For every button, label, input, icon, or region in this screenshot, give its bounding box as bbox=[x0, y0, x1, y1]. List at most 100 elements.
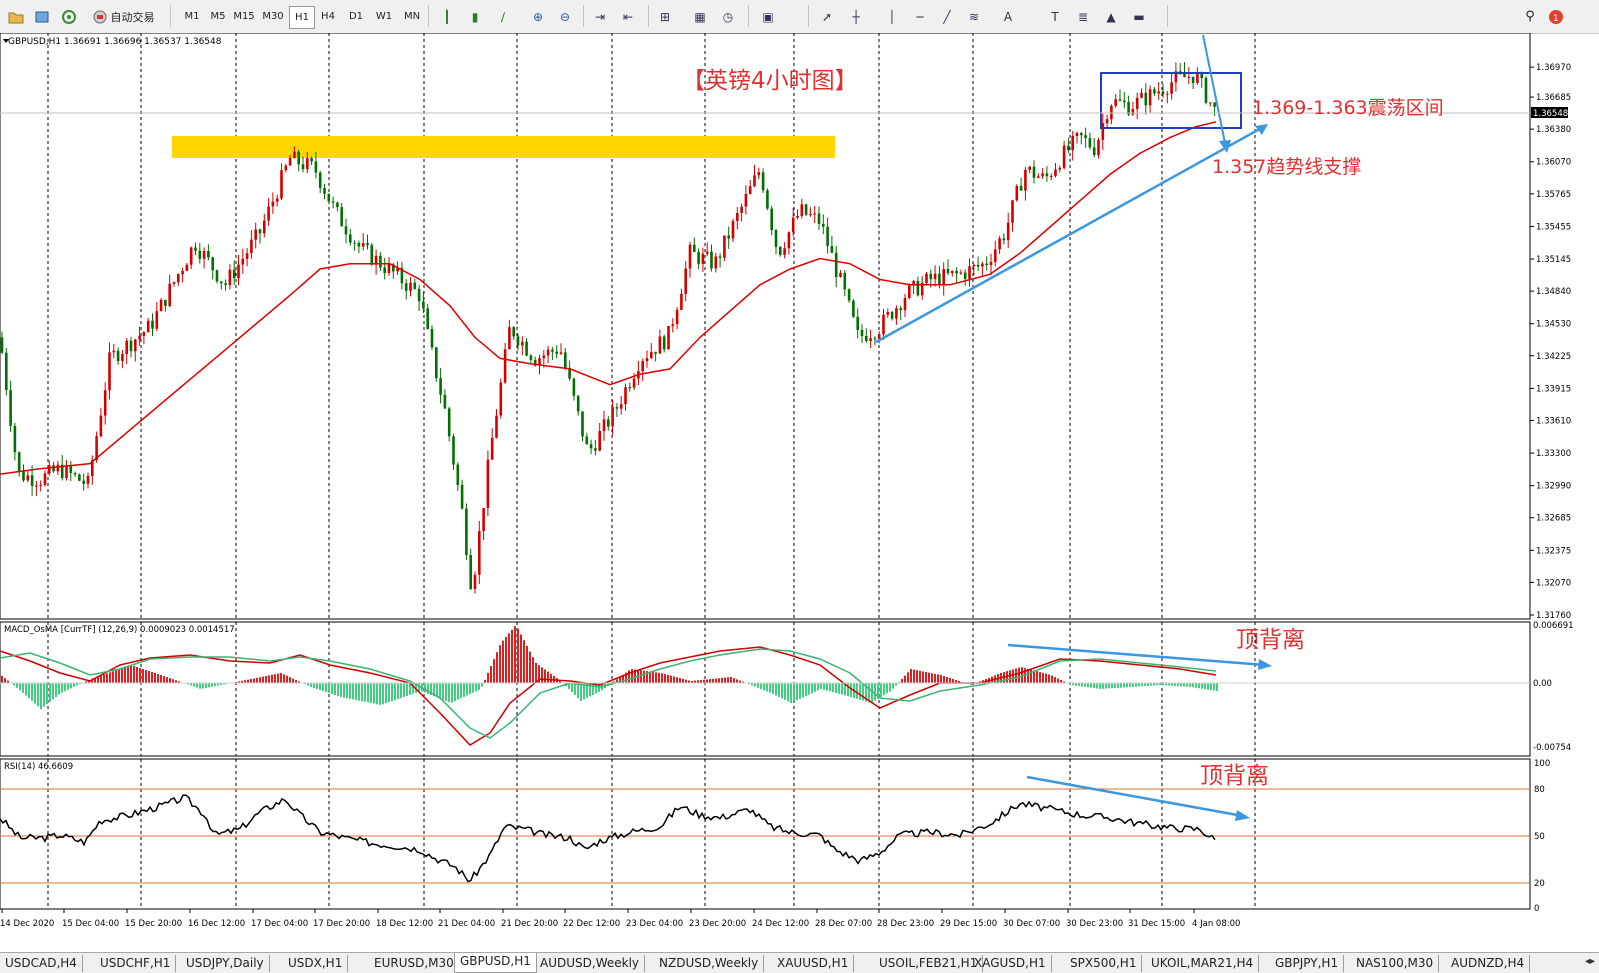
candle-body bbox=[327, 193, 331, 202]
timeframe-d1-button[interactable]: D1 bbox=[344, 6, 368, 27]
macd-bar bbox=[478, 683, 480, 690]
arrow-icon[interactable]: ▲ bbox=[1101, 6, 1121, 27]
macd-bar bbox=[1012, 669, 1014, 683]
macd-bar bbox=[286, 675, 288, 683]
macd-bar bbox=[523, 640, 525, 683]
macd-bar bbox=[112, 671, 114, 683]
candle-body bbox=[1002, 238, 1006, 241]
timeframe-h4-button[interactable]: H4 bbox=[316, 6, 340, 27]
macd-bar bbox=[736, 679, 738, 683]
macd-bar bbox=[535, 663, 537, 683]
macd-bar bbox=[370, 683, 372, 703]
candle-chart-icon[interactable]: ▮ bbox=[465, 6, 485, 27]
signal-icon[interactable] bbox=[58, 6, 80, 27]
macd-bar bbox=[508, 633, 510, 683]
search-icon[interactable]: ⚲ bbox=[1520, 6, 1540, 27]
tabs-scroll-icon[interactable]: ◂▸ bbox=[1585, 956, 1595, 967]
text-label-icon[interactable]: T bbox=[1045, 6, 1065, 27]
symbol-tab[interactable]: XAUUSD,H1 bbox=[772, 955, 855, 972]
timeframe-m1-button[interactable]: M1 bbox=[180, 6, 204, 27]
macd-bar bbox=[550, 673, 552, 683]
candle-body bbox=[1019, 185, 1023, 191]
symbol-tab[interactable]: USDX,H1 bbox=[283, 955, 349, 972]
crosshair-cursor-icon[interactable]: ▣ bbox=[758, 6, 778, 27]
symbol-tab[interactable]: USDCAD,H4 bbox=[0, 955, 83, 972]
autoscroll-icon[interactable]: ⇥ bbox=[590, 6, 610, 27]
candle-body bbox=[877, 334, 881, 339]
candle-body bbox=[680, 293, 683, 310]
chart-area[interactable]: 1.36970 1.36685 1.36380 1.36070 1.35765 1.354… bbox=[0, 32, 1599, 939]
symbol-tab[interactable]: NAS100,M30 bbox=[1351, 955, 1440, 972]
rsi-tick-label: 80 bbox=[1534, 785, 1545, 795]
candle-body bbox=[99, 415, 103, 437]
macd-bar bbox=[343, 683, 345, 698]
chart-shift-icon[interactable]: ⇤ bbox=[618, 6, 638, 27]
time-axis: 14 Dec 2020 15 Dec 04:00 15 Dec 20:00 16 De… bbox=[0, 909, 1240, 929]
fibo-channel-icon[interactable]: ≣ bbox=[1073, 6, 1093, 27]
profile-icon[interactable] bbox=[32, 6, 52, 27]
candle-body bbox=[1140, 92, 1143, 98]
rsi-panel[interactable] bbox=[0, 758, 1531, 910]
price-panel[interactable] bbox=[0, 32, 1531, 620]
crosshair-icon[interactable]: ┼ bbox=[846, 6, 866, 27]
macd-bar bbox=[712, 678, 714, 683]
symbol-tab[interactable]: USOIL,FEB21,H1 bbox=[874, 955, 984, 972]
auto-trading-button[interactable]: 自动交易 bbox=[86, 6, 160, 27]
horizontal-line-icon[interactable]: ─ bbox=[910, 6, 930, 27]
zoom-in-icon[interactable]: ⊕ bbox=[528, 6, 548, 27]
periods-icon[interactable]: ◷ bbox=[718, 6, 738, 27]
symbol-tab[interactable]: USDJPY,Daily bbox=[181, 955, 270, 972]
resistance-band[interactable] bbox=[172, 136, 835, 158]
text-icon[interactable]: A bbox=[998, 6, 1018, 27]
trendline-icon[interactable]: ╱ bbox=[937, 6, 957, 27]
time-tick-label: 22 Dec 12:00 bbox=[563, 919, 620, 929]
fibonacci-icon[interactable]: ≋ bbox=[964, 6, 984, 27]
notification-icon[interactable]: 1 bbox=[1546, 6, 1566, 27]
templates-icon[interactable]: ▦ bbox=[690, 6, 710, 27]
timeframe-m30-button[interactable]: M30 bbox=[261, 6, 285, 27]
symbol-tab[interactable]: SPX500,H1 bbox=[1065, 955, 1143, 972]
line-chart-icon[interactable]: ∕ bbox=[493, 6, 513, 27]
bar-chart-icon[interactable]: ┃ bbox=[437, 6, 457, 27]
indicators-icon[interactable]: ⊞ bbox=[655, 6, 675, 27]
macd-bar bbox=[193, 683, 195, 687]
price-tick-label: 1.32375 bbox=[1536, 546, 1571, 556]
candle-body bbox=[650, 351, 653, 359]
macd-bar bbox=[1042, 672, 1044, 683]
candle-body bbox=[306, 158, 309, 170]
symbol-tab[interactable]: GBPUSD,H1 bbox=[454, 953, 537, 973]
macd-bar bbox=[19, 683, 21, 691]
candle-body bbox=[1049, 175, 1053, 177]
macd-bar bbox=[268, 675, 270, 683]
macd-bar bbox=[1015, 668, 1017, 683]
timeframe-h1-button[interactable]: H1 bbox=[289, 6, 315, 29]
symbol-tab[interactable]: XAGUSD,H1 bbox=[969, 955, 1052, 972]
macd-bar bbox=[169, 678, 171, 683]
macd-bar bbox=[439, 683, 441, 699]
symbol-tab[interactable]: AUDUSD,Weekly bbox=[535, 955, 645, 972]
symbol-tab[interactable]: AUDNZD,H4 bbox=[1446, 955, 1531, 972]
symbol-tab[interactable]: EURUSD,M30 bbox=[369, 955, 460, 972]
symbol-tab[interactable]: USDCHF,H1 bbox=[95, 955, 177, 972]
symbol-tab[interactable]: UKOIL,MAR21,H4 bbox=[1146, 955, 1260, 972]
macd-bar bbox=[289, 677, 291, 683]
timeframe-m5-button[interactable]: M5 bbox=[206, 6, 230, 27]
candle-body bbox=[297, 151, 300, 165]
folder-icon[interactable] bbox=[6, 6, 26, 27]
macd-bar bbox=[541, 667, 543, 683]
symbol-tab[interactable]: GBPJPY,H1 bbox=[1270, 955, 1345, 972]
macd-bar bbox=[106, 673, 108, 683]
timeframe-mn-button[interactable]: MN bbox=[400, 6, 424, 27]
symbol-tab[interactable]: NZDUSD,Weekly bbox=[654, 955, 765, 972]
candle-body bbox=[490, 437, 494, 460]
candle-body bbox=[108, 352, 111, 391]
vertical-line-icon[interactable]: │ bbox=[882, 6, 902, 27]
candle-body bbox=[654, 351, 657, 354]
zoom-out-icon[interactable]: ⊖ bbox=[555, 6, 575, 27]
macd-bar bbox=[1102, 683, 1104, 689]
timeframe-w1-button[interactable]: W1 bbox=[372, 6, 396, 27]
cursor-icon[interactable]: ➚ bbox=[817, 6, 837, 27]
timeframe-m15-button[interactable]: M15 bbox=[232, 6, 256, 27]
macd-bar bbox=[67, 683, 69, 690]
rectangle-icon[interactable]: ▬ bbox=[1129, 6, 1149, 27]
